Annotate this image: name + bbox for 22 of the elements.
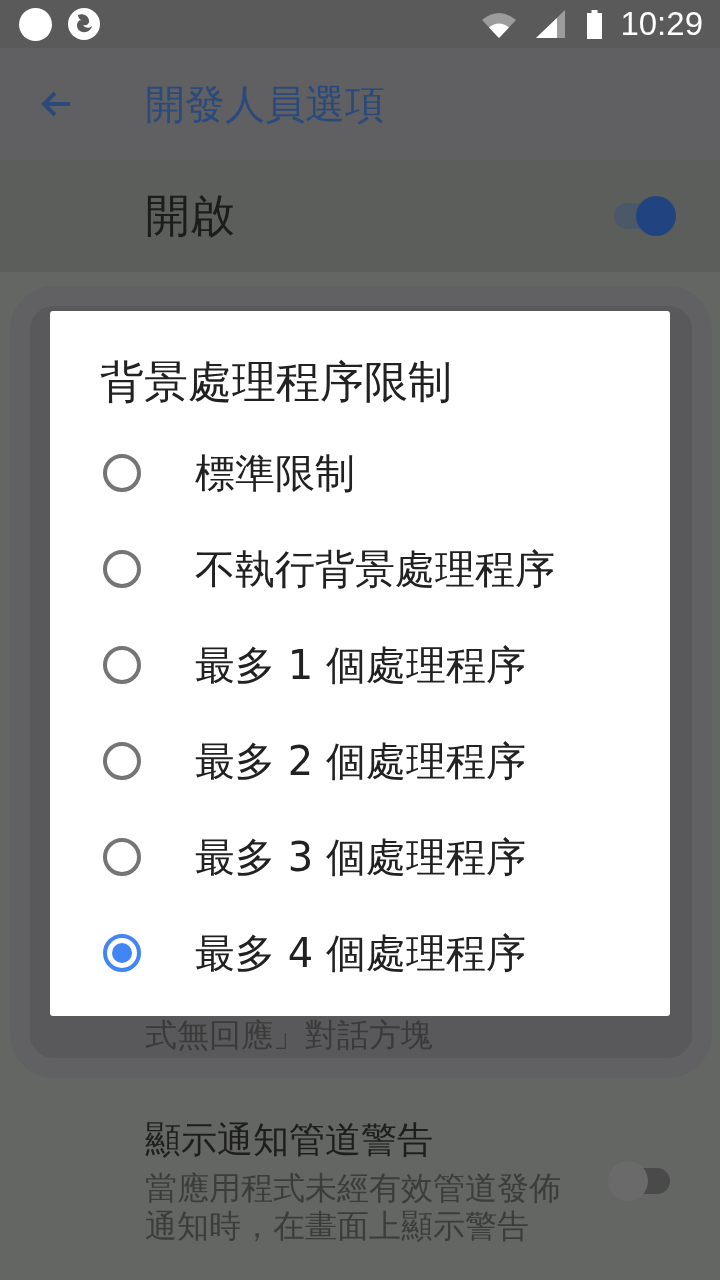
option-label[interactable]: 最多 3 個處理程序 bbox=[195, 833, 526, 881]
wifi-icon bbox=[482, 10, 517, 38]
option-label[interactable]: 最多 2 個處理程序 bbox=[195, 737, 526, 785]
circle-icon bbox=[19, 7, 52, 41]
radio-button[interactable] bbox=[103, 742, 141, 780]
battery-icon bbox=[587, 9, 603, 39]
option-label[interactable]: 最多 4 個處理程序 bbox=[195, 929, 526, 977]
option-label[interactable]: 最多 1 個處理程序 bbox=[195, 641, 526, 689]
setting-title: 顯示通知管道警告 bbox=[145, 1118, 433, 1162]
radio-button[interactable] bbox=[103, 838, 141, 876]
option-label[interactable]: 標準限制 bbox=[195, 449, 355, 497]
switch-label: 開啟 bbox=[145, 190, 235, 242]
radio-button[interactable] bbox=[103, 454, 141, 492]
fox-icon bbox=[68, 8, 100, 40]
radio-button[interactable] bbox=[103, 550, 141, 588]
radio-button[interactable] bbox=[103, 646, 141, 684]
dialog-title: 背景處理程序限制 bbox=[100, 355, 452, 409]
option-label[interactable]: 不執行背景處理程序 bbox=[195, 545, 555, 593]
back-arrow-icon bbox=[40, 90, 72, 118]
signal-icon bbox=[536, 10, 566, 38]
radio-button[interactable] bbox=[103, 934, 141, 972]
status-time: 10:29 bbox=[620, 4, 703, 44]
